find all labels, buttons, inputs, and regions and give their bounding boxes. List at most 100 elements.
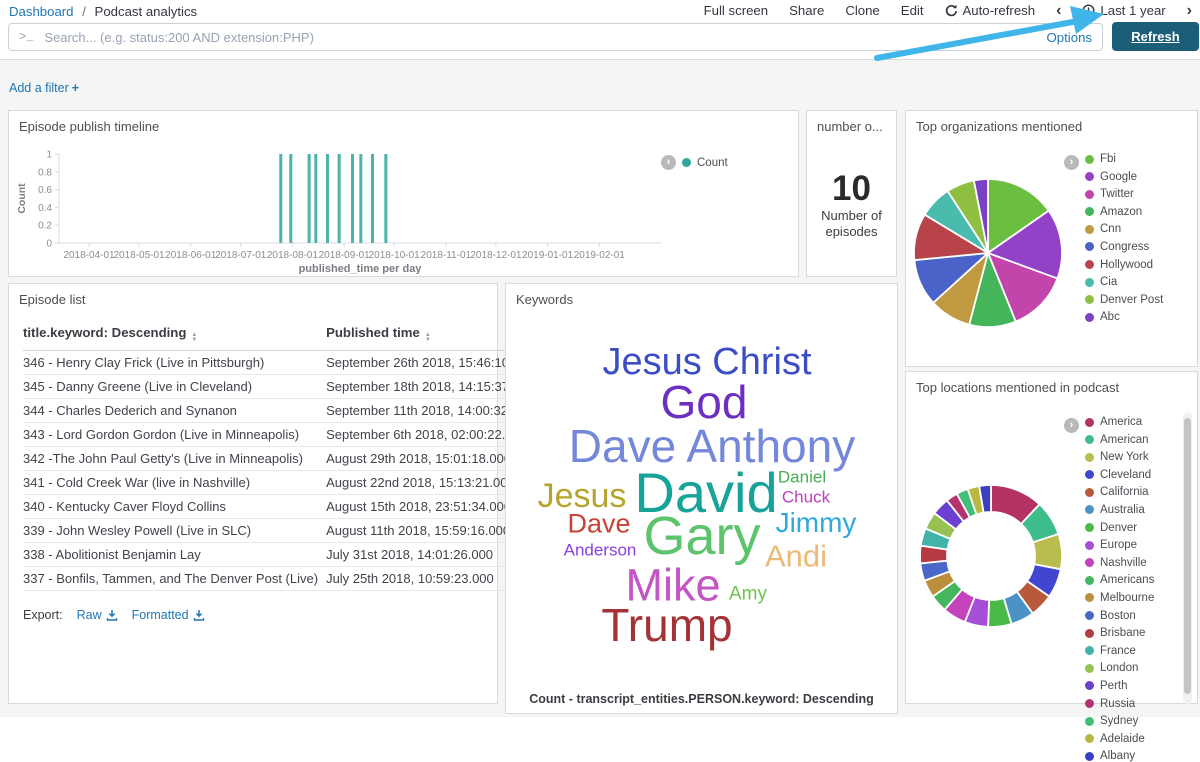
legend-item[interactable]: Denver: [1085, 522, 1154, 534]
legend-item[interactable]: Fbi: [1085, 153, 1163, 165]
timeline-bar-chart[interactable]: 00.20.40.60.812018-04-012018-05-012018-0…: [13, 144, 673, 274]
legend-item[interactable]: Perth: [1085, 680, 1154, 692]
keyword-anderson[interactable]: Anderson: [564, 542, 637, 559]
sort-icon[interactable]: ▲▼: [425, 333, 431, 343]
refresh-button[interactable]: Refresh: [1112, 22, 1199, 51]
time-picker-button[interactable]: Last 1 year: [1082, 3, 1165, 18]
legend-label: Amazon: [1100, 206, 1142, 218]
locations-donut-chart[interactable]: [911, 476, 1071, 636]
table-cell: 339 - John Wesley Powell (Live in SLC): [23, 519, 326, 543]
add-filter-link[interactable]: Add a filter+: [9, 81, 79, 95]
legend-label: Denver Post: [1100, 294, 1163, 306]
legend-label: Adelaide: [1100, 733, 1145, 745]
panel-title: Top locations mentioned in podcast: [906, 372, 1197, 395]
timeline-bar[interactable]: [359, 154, 362, 243]
legend-swatch: [1085, 190, 1094, 199]
clock-icon: [1082, 4, 1095, 17]
legend-swatch: [1085, 664, 1094, 673]
timeline-bar[interactable]: [308, 154, 311, 243]
search-input[interactable]: [42, 29, 1038, 46]
keyword-daniel[interactable]: Daniel: [778, 469, 826, 486]
legend-item[interactable]: America: [1085, 416, 1154, 428]
expand-legend-icon[interactable]: ›: [661, 155, 676, 170]
column-header[interactable]: title.keyword: Descending▲▼: [23, 319, 326, 351]
expand-legend-icon[interactable]: ›: [1064, 155, 1079, 170]
full-screen-button[interactable]: Full screen: [704, 3, 769, 18]
legend-item[interactable]: Americans: [1085, 574, 1154, 586]
clone-button[interactable]: Clone: [845, 3, 879, 18]
legend-item[interactable]: Melbourne: [1085, 592, 1154, 604]
legend-swatch: [1085, 593, 1094, 602]
legend-item[interactable]: Boston: [1085, 610, 1154, 622]
edit-button[interactable]: Edit: [901, 3, 924, 18]
legend-item[interactable]: Congress: [1085, 241, 1163, 253]
timeline-bar[interactable]: [338, 154, 341, 243]
timeline-bar[interactable]: [279, 154, 282, 243]
legend-label: Cia: [1100, 276, 1117, 288]
time-back-chevron[interactable]: ‹: [1056, 4, 1061, 18]
legend-swatch: [1085, 278, 1094, 287]
legend-item[interactable]: Denver Post: [1085, 294, 1163, 306]
legend-item[interactable]: Google: [1085, 171, 1163, 183]
legend-item[interactable]: New York: [1085, 451, 1154, 463]
share-button[interactable]: Share: [789, 3, 824, 18]
legend-item[interactable]: Abc: [1085, 311, 1163, 323]
keyword-god[interactable]: God: [661, 379, 748, 425]
table-row: 340 - Kentucky Caver Floyd CollinsAugust…: [23, 495, 542, 519]
timeline-bar[interactable]: [314, 154, 317, 243]
legend-item[interactable]: Russia: [1085, 698, 1154, 710]
legend-label: California: [1100, 486, 1149, 498]
legend-item[interactable]: Cleveland: [1085, 469, 1154, 481]
options-link[interactable]: Options: [1047, 30, 1092, 45]
organizations-pie-chart[interactable]: [908, 173, 1068, 333]
legend-item[interactable]: Sydney: [1085, 715, 1154, 727]
keyword-chuck[interactable]: Chuck: [782, 489, 830, 506]
legend-scrollbar-thumb[interactable]: [1184, 418, 1191, 694]
legend-item[interactable]: Brisbane: [1085, 627, 1154, 639]
legend-item[interactable]: France: [1085, 645, 1154, 657]
legend-label: Denver: [1100, 522, 1137, 534]
legend-item[interactable]: Australia: [1085, 504, 1154, 516]
search-bar[interactable]: >_ Options: [8, 23, 1103, 51]
keyword-andi[interactable]: Andi: [765, 541, 827, 572]
legend-item[interactable]: Twitter: [1085, 188, 1163, 200]
keyword-jimmy[interactable]: Jimmy: [776, 509, 857, 537]
timeline-bar[interactable]: [326, 154, 329, 243]
export-formatted-link[interactable]: Formatted: [132, 608, 205, 622]
breadcrumb-dashboard-link[interactable]: Dashboard: [9, 4, 74, 19]
timeline-bar[interactable]: [371, 154, 374, 243]
legend-item[interactable]: Cnn: [1085, 223, 1163, 235]
expand-legend-icon[interactable]: ›: [1064, 418, 1079, 433]
legend-item-count[interactable]: Count: [697, 157, 728, 169]
keyword-dave[interactable]: Dave: [567, 511, 630, 538]
legend-item[interactable]: Albany: [1085, 750, 1154, 762]
legend-item[interactable]: Cia: [1085, 276, 1163, 288]
table-row: 341 - Cold Creek War (live in Nashville)…: [23, 471, 542, 495]
metric-value: 10: [807, 169, 896, 209]
legend-label: Cnn: [1100, 223, 1121, 235]
legend-item[interactable]: California: [1085, 486, 1154, 498]
query-prompt-icon: >_: [19, 30, 33, 44]
legend-item[interactable]: Nashville: [1085, 557, 1154, 569]
legend-item[interactable]: Europe: [1085, 539, 1154, 551]
keyword-trump[interactable]: Trump: [601, 602, 732, 648]
legend-item[interactable]: American: [1085, 434, 1154, 446]
svg-text:Count: Count: [16, 183, 28, 214]
legend-swatch: [1085, 488, 1094, 497]
legend-label: New York: [1100, 451, 1149, 463]
auto-refresh-button[interactable]: Auto-refresh: [945, 3, 1036, 18]
timeline-bar[interactable]: [351, 154, 354, 243]
export-raw-link[interactable]: Raw: [77, 608, 118, 622]
panel-number-of-episodes: number o... 10 Number of episodes: [806, 110, 897, 277]
legend-label: American: [1100, 434, 1149, 446]
keyword-amy[interactable]: Amy: [729, 585, 767, 604]
keyword-gary[interactable]: Gary: [643, 509, 760, 563]
sort-icon[interactable]: ▲▼: [191, 333, 197, 343]
timeline-bar[interactable]: [384, 154, 387, 243]
time-forward-chevron[interactable]: ›: [1187, 4, 1192, 18]
timeline-bar[interactable]: [289, 154, 292, 243]
legend-item[interactable]: Hollywood: [1085, 259, 1163, 271]
legend-item[interactable]: Adelaide: [1085, 733, 1154, 745]
legend-item[interactable]: London: [1085, 662, 1154, 674]
legend-item[interactable]: Amazon: [1085, 206, 1163, 218]
